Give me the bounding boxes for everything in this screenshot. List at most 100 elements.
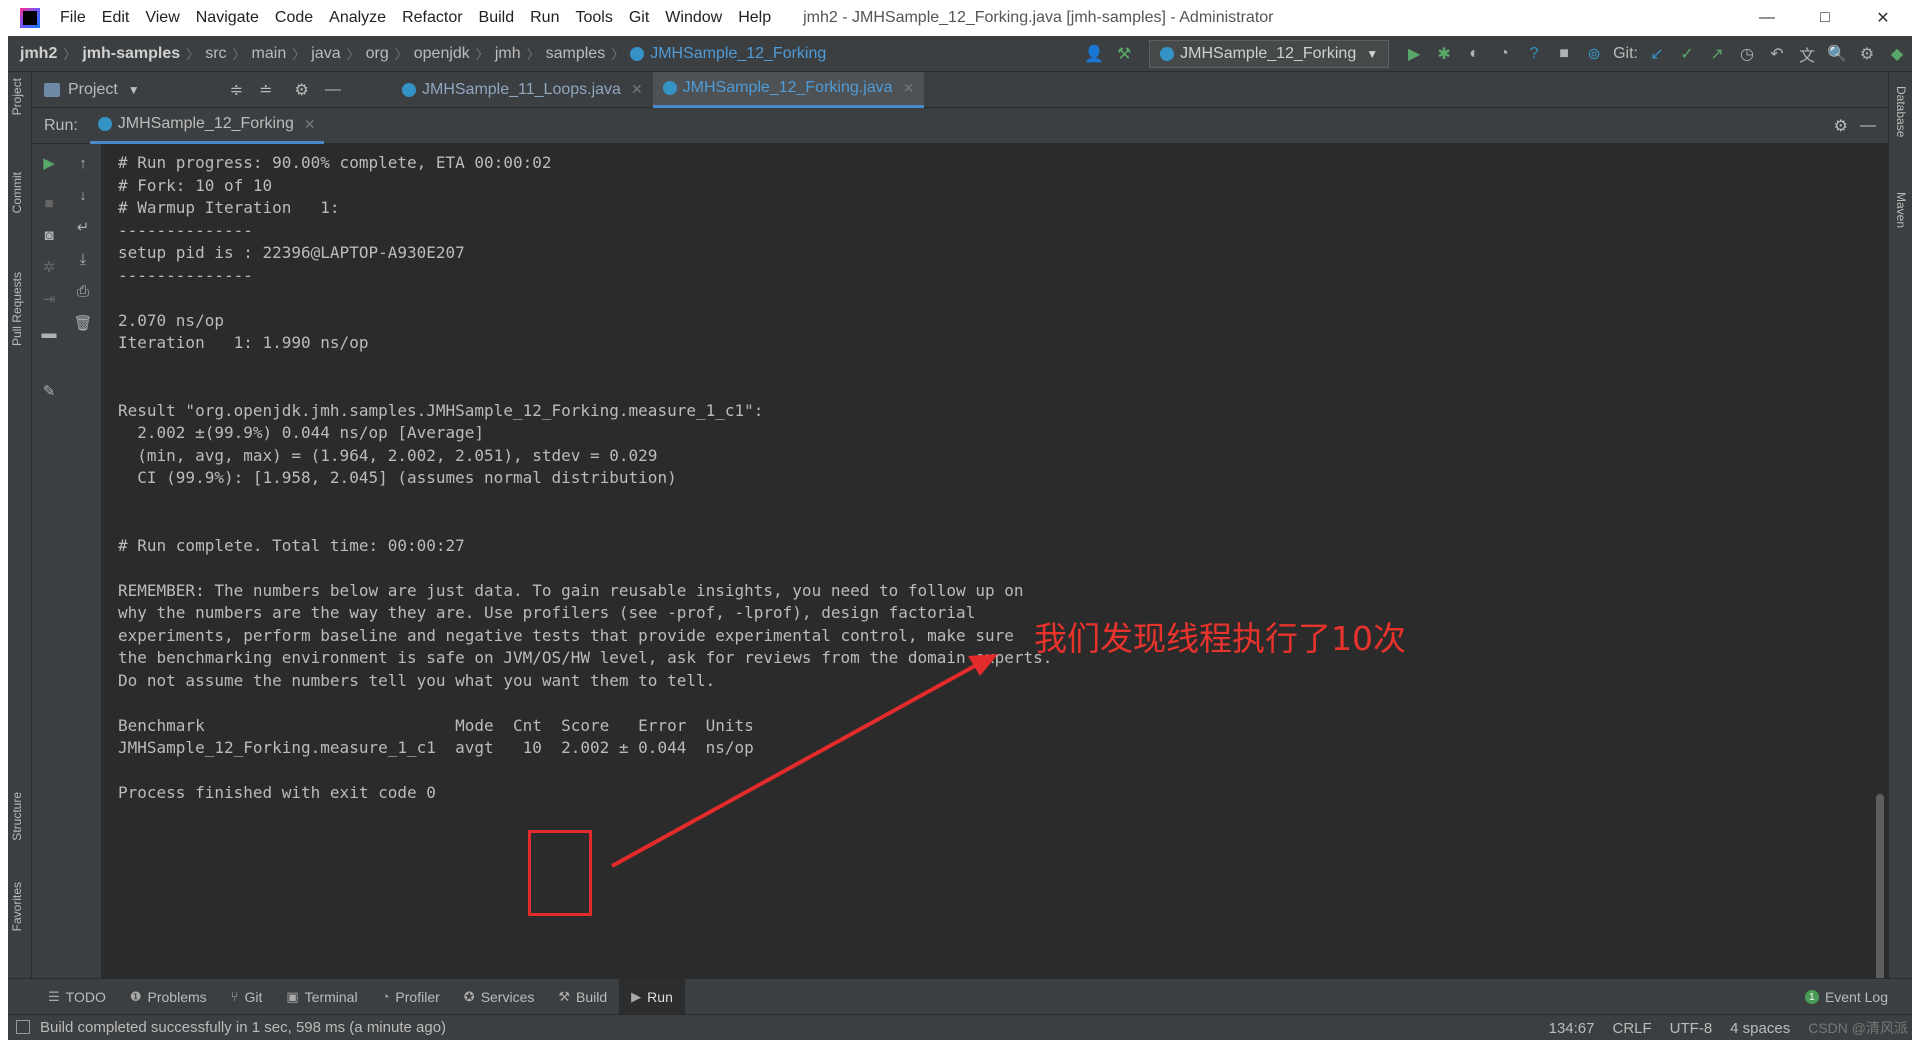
tab-git[interactable]: ⑂ Git (219, 989, 275, 1005)
tab-run[interactable]: ▶ Run (619, 978, 685, 1015)
stop-icon[interactable]: ■ (36, 190, 62, 216)
side-tab-structure[interactable]: Structure (10, 792, 24, 841)
arrow-down-icon[interactable]: ↓ (70, 182, 96, 208)
file-encoding[interactable]: UTF-8 (1670, 1020, 1713, 1037)
menu-build[interactable]: Build (471, 9, 523, 27)
tab-profiler[interactable]: ◔ Profiler (370, 989, 452, 1005)
pin-icon[interactable]: ✎ (36, 378, 62, 404)
menu-help[interactable]: Help (730, 9, 779, 27)
toggle-tool-windows-icon[interactable] (16, 1020, 30, 1034)
close-icon[interactable]: ✕ (903, 80, 915, 97)
breadcrumb-project[interactable]: jmh2 (8, 45, 61, 63)
menu-edit[interactable]: Edit (94, 9, 138, 27)
profile-icon[interactable]: ◔ (1489, 39, 1519, 69)
history-icon[interactable]: ◷ (1732, 39, 1762, 69)
minimize-button[interactable]: — (1738, 0, 1796, 36)
menu-tools[interactable]: Tools (567, 9, 620, 27)
menu-code[interactable]: Code (267, 9, 321, 27)
print-icon[interactable]: ⎙ (70, 278, 96, 304)
run-panel-label: Run: (44, 116, 78, 134)
close-button[interactable]: ✕ (1854, 0, 1912, 36)
camera-icon[interactable]: ◙ (36, 222, 62, 248)
gear-icon[interactable]: ⚙ (1834, 116, 1848, 136)
restore-layout-icon[interactable]: ✲ (36, 254, 62, 280)
help-icon[interactable]: ? (1519, 39, 1549, 69)
run-tab-jmhsample-12-forking[interactable]: JMHSample_12_Forking ✕ (89, 108, 324, 144)
run-icon[interactable]: ▶ (1399, 39, 1429, 69)
line-separator[interactable]: CRLF (1613, 1020, 1652, 1037)
project-view-selector[interactable]: Project ▼ ≑ ≐ ⚙ — (32, 72, 392, 108)
gear-icon[interactable]: ⚙ (295, 80, 309, 100)
annotation-highlight-box (528, 830, 592, 916)
expand-all-icon[interactable]: ≑ (230, 80, 243, 100)
console-output[interactable]: # Run progress: 90.00% complete, ETA 00:… (102, 144, 1888, 1040)
breadcrumb-src[interactable]: src (201, 45, 230, 63)
tab-problems[interactable]: ❶ Problems (118, 989, 219, 1005)
menu-navigate[interactable]: Navigate (188, 9, 267, 27)
layout-icon[interactable]: ▬ (36, 320, 62, 346)
trash-icon[interactable]: 🗑 (70, 310, 96, 336)
tab-services[interactable]: ✪ Services (452, 989, 547, 1005)
tab-jmhsample-11-loops[interactable]: JMHSample_11_Loops.java ✕ (392, 72, 653, 108)
side-tab-favorites[interactable]: Favorites (10, 882, 24, 931)
settings-icon[interactable]: ⚙ (1852, 39, 1882, 69)
caret-position[interactable]: 134:67 (1549, 1020, 1595, 1037)
console-line: Result "org.openjdk.jmh.samples.JMHSampl… (118, 400, 764, 420)
scroll-to-end-icon[interactable]: ⤓ (70, 246, 96, 272)
user-icon[interactable]: 👤 (1079, 39, 1109, 69)
breadcrumb-samples[interactable]: samples (542, 45, 610, 63)
coverage-icon[interactable]: ◐ (1459, 39, 1489, 69)
menu-refactor[interactable]: Refactor (394, 9, 470, 27)
git-update-icon[interactable]: ↙ (1642, 39, 1672, 69)
build-hammer-icon[interactable]: ⚒ (1109, 39, 1139, 69)
translate-icon[interactable]: 文 (1792, 39, 1822, 69)
breadcrumb-separator-icon: 〉 (611, 47, 625, 62)
menu-window[interactable]: Window (657, 9, 730, 27)
event-log-button[interactable]: 1 Event Log (1804, 979, 1888, 1015)
rerun-icon[interactable]: ▶ (36, 150, 62, 176)
side-tab-maven[interactable]: Maven (1894, 192, 1908, 228)
breadcrumb-class-label: JMHSample_12_Forking (650, 44, 827, 62)
run-configuration-select[interactable]: JMHSample_12_Forking ▼ (1149, 40, 1390, 68)
stop-icon[interactable]: ■ (1549, 39, 1579, 69)
maximize-button[interactable]: □ (1796, 0, 1854, 36)
arrow-up-icon[interactable]: ↑ (70, 150, 96, 176)
soft-wrap-icon[interactable]: ↵ (70, 214, 96, 240)
side-tab-commit[interactable]: Commit (10, 172, 24, 213)
collapse-all-icon[interactable]: ≐ (259, 80, 272, 100)
tab-todo[interactable]: ☰ TODO (8, 989, 118, 1005)
menu-git[interactable]: Git (621, 9, 657, 27)
side-tab-database[interactable]: Database (1894, 86, 1908, 137)
close-icon[interactable]: ✕ (304, 116, 316, 133)
search-everywhere-icon[interactable]: ⊚ (1579, 39, 1609, 69)
rollback-icon[interactable]: ↶ (1762, 39, 1792, 69)
side-tab-project[interactable]: Project (10, 78, 24, 115)
menu-run[interactable]: Run (522, 9, 567, 27)
debug-icon[interactable]: ✱ (1429, 39, 1459, 69)
git-push-icon[interactable]: ↗ (1702, 39, 1732, 69)
notification-badge-icon: 1 (1804, 990, 1819, 1004)
breadcrumb-class[interactable]: JMHSample_12_Forking (626, 45, 830, 63)
plugin-icon[interactable]: ◆ (1882, 39, 1912, 69)
hide-panel-icon[interactable]: — (1860, 117, 1876, 135)
indent-setting[interactable]: 4 spaces (1730, 1020, 1790, 1037)
tab-build[interactable]: ⚒ Build (546, 989, 619, 1005)
tab-terminal[interactable]: ▣ Terminal (274, 989, 369, 1005)
menu-analyze[interactable]: Analyze (321, 9, 394, 27)
git-commit-icon[interactable]: ✓ (1672, 39, 1702, 69)
breadcrumb-java[interactable]: java (307, 45, 344, 63)
breadcrumb-openjdk[interactable]: openjdk (410, 45, 474, 63)
menu-view[interactable]: View (137, 9, 187, 27)
hide-panel-icon[interactable]: — (325, 81, 341, 99)
search-icon[interactable]: 🔍 (1822, 39, 1852, 69)
breadcrumb-main[interactable]: main (248, 45, 291, 63)
breadcrumb-org[interactable]: org (362, 45, 393, 63)
menu-file[interactable]: File (52, 9, 94, 27)
close-icon[interactable]: ✕ (631, 81, 643, 98)
tab-jmhsample-12-forking[interactable]: JMHSample_12_Forking.java ✕ (652, 71, 925, 108)
breadcrumb-module[interactable]: jmh-samples (78, 45, 184, 63)
breadcrumb-jmh[interactable]: jmh (491, 45, 525, 63)
exit-icon[interactable]: ⇥ (36, 286, 62, 312)
side-tab-pull-requests[interactable]: Pull Requests (10, 272, 24, 346)
